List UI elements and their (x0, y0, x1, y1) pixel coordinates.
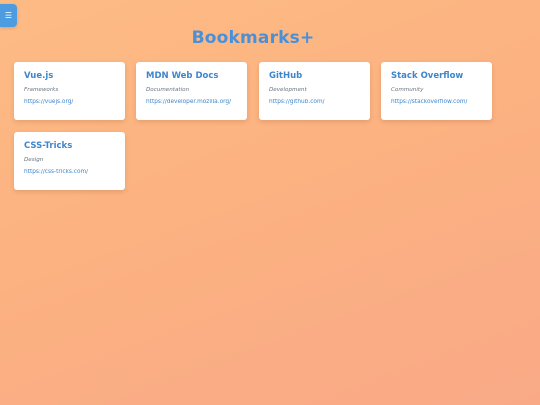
bookmark-card[interactable]: CSS-Tricks Design https://css-tricks.com… (14, 132, 125, 190)
bookmark-title: CSS-Tricks (24, 141, 73, 151)
bookmark-card[interactable]: MDN Web Docs Documentation https://devel… (136, 62, 247, 120)
bookmark-card[interactable]: Vue.js Frameworks https://vuejs.org/ (14, 62, 125, 120)
bookmark-category: Documentation (146, 87, 190, 93)
bookmark-card[interactable]: Stack Overflow Community https://stackov… (381, 62, 492, 120)
hamburger-menu-icon: ☰ (4, 10, 13, 20)
bookmark-category: Development (269, 87, 307, 93)
bookmark-card[interactable]: GitHub Development https://github.com/ (259, 62, 370, 120)
bookmark-url-link[interactable]: https://developer.mozilla.org/ (146, 99, 238, 105)
bookmark-title: Vue.js (24, 71, 54, 81)
bookmark-title: MDN Web Docs (146, 71, 219, 81)
bookmark-url-link[interactable]: https://stackoverflow.com/ (391, 99, 483, 105)
bookmark-category: Community (391, 87, 424, 93)
bookmark-title: GitHub (269, 71, 303, 81)
menu-button[interactable]: ☰ (0, 4, 17, 27)
bookmark-url-link[interactable]: https://github.com/ (269, 99, 361, 105)
page-title: Bookmarks+ (191, 28, 315, 48)
bookmark-url-link[interactable]: https://css-tricks.com/ (24, 169, 116, 175)
bookmark-url-link[interactable]: https://vuejs.org/ (24, 99, 116, 105)
bookmark-category: Design (24, 157, 44, 163)
bookmark-category: Frameworks (24, 87, 59, 93)
bookmark-title: Stack Overflow (391, 71, 464, 81)
